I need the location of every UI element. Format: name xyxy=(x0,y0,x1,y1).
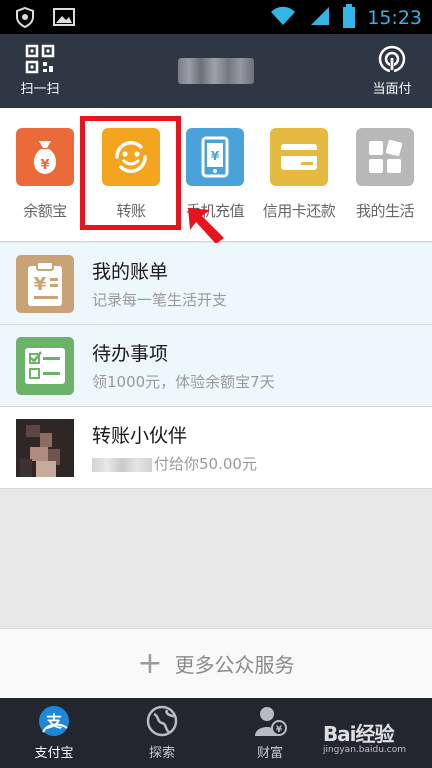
clock: 15:23 xyxy=(367,7,422,29)
phone-recharge-icon: ¥ xyxy=(186,128,244,186)
wifi-icon xyxy=(269,5,297,31)
more-services-button[interactable]: + 更多公众服务 xyxy=(0,628,432,698)
service-my-life[interactable]: 我的生活 xyxy=(342,128,428,221)
wealth-person-icon: ¥ xyxy=(216,704,324,738)
list-item-bill[interactable]: ¥ 我的账单 记录每一笔生活开支 xyxy=(0,243,432,325)
face-pay-button[interactable]: 当面付 xyxy=(362,44,422,97)
image-icon xyxy=(52,6,76,32)
list-item-title: 我的账单 xyxy=(92,261,169,283)
face-pay-label: 当面付 xyxy=(372,82,412,97)
scan-label: 扫一扫 xyxy=(20,82,60,97)
service-credit-card[interactable]: 信用卡还款 xyxy=(256,128,342,221)
service-label: 我的生活 xyxy=(355,202,415,220)
svg-text:¥: ¥ xyxy=(211,149,220,163)
grid-icon xyxy=(356,128,414,186)
list-item-subtitle: 付给你50.00元 xyxy=(154,455,257,473)
list-item-todo[interactable]: 待办事项 领1000元，体验余额宝7天 xyxy=(0,325,432,407)
service-label: 信用卡还款 xyxy=(262,202,336,220)
money-bag-icon: ¥ xyxy=(16,128,74,186)
bill-clipboard-icon: ¥ xyxy=(16,255,74,313)
nav-label: 财富 xyxy=(256,746,283,761)
qr-code-icon xyxy=(10,44,70,74)
scan-button[interactable]: 扫一扫 xyxy=(10,44,70,97)
svg-text:¥: ¥ xyxy=(34,274,47,295)
sender-name-pixelated xyxy=(92,457,152,472)
credit-card-icon xyxy=(270,128,328,186)
globe-icon xyxy=(108,704,216,738)
account-name-pixelated xyxy=(178,58,254,84)
avatar xyxy=(16,419,74,477)
list-item-title: 待办事项 xyxy=(92,343,169,365)
list-item-title: 转账小伙伴 xyxy=(92,425,188,447)
shield-icon xyxy=(14,6,36,32)
nav-wealth[interactable]: ¥ 财富 xyxy=(216,704,324,761)
nav-alipay[interactable]: 支 支付宝 xyxy=(0,704,108,761)
baidu-jingyan-watermark: Bai经验 jingyan.baidu.com xyxy=(323,718,406,755)
svg-text:¥: ¥ xyxy=(276,725,283,735)
top-bar: 扫一扫 当面付 xyxy=(0,34,432,108)
list-item-subtitle: 领1000元，体验余额宝7天 xyxy=(92,373,275,391)
highlight-box xyxy=(80,116,181,230)
alipay-logo-icon: 支 xyxy=(0,704,108,738)
status-right: 15:23 xyxy=(269,4,422,32)
more-services-label: 更多公众服务 xyxy=(174,653,295,677)
battery-icon xyxy=(343,4,356,32)
list-item-transfer-friends[interactable]: 转账小伙伴 付给你50.00元 xyxy=(0,407,432,489)
watermark-url: jingyan.baidu.com xyxy=(322,745,406,755)
nfc-pay-icon xyxy=(362,44,422,74)
status-left-icons xyxy=(14,6,76,32)
watermark-brand: Bai经验 xyxy=(322,722,395,746)
nav-explore[interactable]: 探索 xyxy=(108,704,216,761)
list-item-subtitle-row: 付给你50.00元 xyxy=(92,453,257,474)
list-item-subtitle: 记录每一笔生活开支 xyxy=(92,291,228,309)
svg-text:支: 支 xyxy=(45,712,63,731)
status-bar: 15:23 xyxy=(0,0,432,34)
service-label: 余额宝 xyxy=(23,202,67,220)
service-yuebao[interactable]: ¥ 余额宝 xyxy=(2,128,88,221)
signal-icon xyxy=(309,5,331,31)
nav-label: 探索 xyxy=(148,746,175,761)
svg-text:¥: ¥ xyxy=(40,158,49,173)
todo-checklist-icon xyxy=(16,337,74,395)
nav-label: 支付宝 xyxy=(34,746,74,761)
plus-icon: + xyxy=(137,645,163,681)
